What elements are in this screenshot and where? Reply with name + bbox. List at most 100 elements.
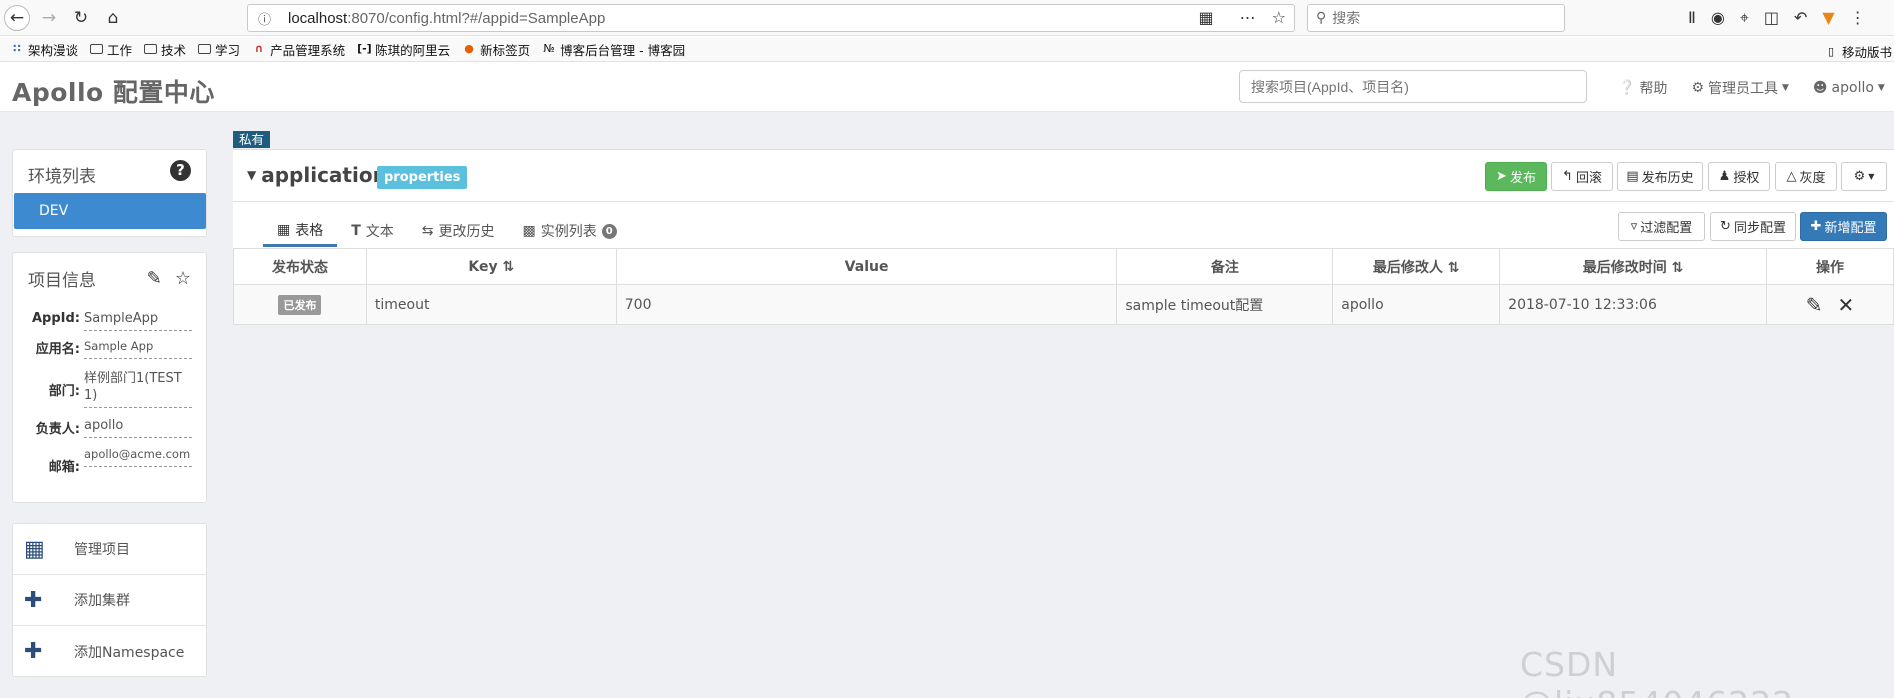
site-info-icon[interactable]: ⓘ — [258, 9, 280, 28]
caret-down-icon: ▼ — [1877, 83, 1885, 93]
extension-shield-icon[interactable]: ▼ — [1822, 8, 1834, 28]
column-label: Key — [468, 258, 498, 275]
mobile-bookmarks[interactable]: ▯ 移动版书 — [1824, 42, 1892, 61]
add-cluster-link[interactable]: ✚ 添加集群 — [13, 575, 206, 626]
bookmark-folder[interactable]: 学习 — [198, 40, 240, 59]
brand-logo[interactable]: Apollo 配置中心 — [12, 73, 215, 109]
column-header-modifier[interactable]: 最后修改人 ⇅ — [1332, 248, 1501, 285]
info-label: AppId: — [31, 311, 80, 326]
bookmark-item[interactable]: ∩ 产品管理系统 — [252, 40, 345, 59]
namespace-header: ▼ application properties ➤ 发布 ↰ 回滚 ▤ 发布历史 ♟… — [233, 150, 1894, 202]
crop-icon[interactable]: ⌖ — [1740, 8, 1749, 28]
gear-icon: ⚙ — [1691, 80, 1704, 96]
back-arrow-icon[interactable]: ← — [4, 5, 30, 31]
reload-icon[interactable]: ↻ — [68, 5, 94, 31]
close-icon[interactable]: ✕ — [1838, 293, 1855, 317]
comment-cell: sample timeout配置 — [1116, 284, 1334, 325]
url-bar[interactable]: ⓘ localhost:8070/config.html?#/appid=Sam… — [247, 4, 1295, 32]
library-icon[interactable]: Ⅱ — [1688, 8, 1696, 28]
time-cell: 2018-07-10 12:33:06 — [1499, 284, 1768, 325]
project-info-title: 项目信息 — [28, 271, 96, 291]
column-header-key[interactable]: Key ⇅ — [365, 248, 617, 285]
cnblogs-icon: № — [543, 42, 555, 55]
tab-label: 表格 — [295, 222, 324, 239]
star-icon[interactable]: ☆ — [175, 268, 191, 289]
gear-icon: ⚙ — [1853, 169, 1866, 184]
bookmark-item[interactable]: ∷ 架构漫谈 — [10, 40, 78, 59]
filter-config-button[interactable]: ▿ 过滤配置 — [1618, 212, 1705, 241]
send-icon: ➤ — [1496, 169, 1507, 184]
page-actions-icon[interactable]: ⋯ — [1240, 8, 1256, 27]
info-value: 样例部门1(TEST1) — [84, 370, 192, 408]
tab-table[interactable]: ▦ 表格 — [263, 222, 338, 247]
question-icon[interactable]: ? — [170, 160, 191, 181]
add-namespace-link[interactable]: ✚ 添加Namespace — [13, 626, 206, 677]
menu-icon[interactable]: ⋮ — [1850, 8, 1866, 28]
modifier-cell: apollo — [1332, 284, 1501, 325]
help-link[interactable]: ❔ 帮助 — [1618, 78, 1667, 98]
button-label: 授权 — [1733, 171, 1760, 186]
info-label: 部门: — [48, 384, 80, 399]
help-label: 帮助 — [1639, 81, 1668, 97]
bookmark-star-icon[interactable]: ☆ — [1272, 8, 1286, 27]
sort-icon[interactable]: ⇅ — [1448, 260, 1460, 276]
bookmark-folder[interactable]: 技术 — [144, 40, 186, 59]
url-text: localhost:8070/config.html?#/appid=Sampl… — [288, 10, 605, 27]
rollback-button[interactable]: ↰ 回滚 — [1551, 162, 1613, 191]
caret-down-icon: ▼ — [1868, 172, 1875, 181]
tab-label: 实例列表 — [540, 224, 597, 240]
user-dropdown[interactable]: ☻ apollo ▼ — [1813, 78, 1885, 98]
plus-icon: ✚ — [24, 639, 43, 664]
env-item-dev[interactable]: DEV — [14, 193, 206, 229]
namespace-title[interactable]: ▼ application — [247, 163, 387, 187]
admin-tools-dropdown[interactable]: ⚙ 管理员工具 ▼ — [1691, 78, 1788, 98]
bookmark-item[interactable]: № 博客后台管理 - 博客园 — [542, 40, 685, 59]
ops-cell: ✎ ✕ — [1766, 284, 1894, 325]
undo-icon[interactable]: ↶ — [1794, 8, 1807, 28]
gray-release-button[interactable]: △ 灰度 — [1775, 162, 1837, 191]
release-history-button[interactable]: ▤ 发布历史 — [1617, 162, 1703, 191]
qr-code-icon[interactable]: ▦ — [1199, 8, 1214, 27]
env-list-panel: 环境列表 ? DEV — [12, 149, 207, 237]
browser-search-bar[interactable]: ⚲ — [1307, 4, 1565, 32]
browser-search-input[interactable] — [1332, 10, 1533, 26]
column-header-time[interactable]: 最后修改时间 ⇅ — [1499, 248, 1768, 285]
edit-icon[interactable]: ✎ — [147, 268, 162, 289]
add-config-button[interactable]: ✚ 新增配置 — [1800, 212, 1887, 241]
watermark: CSDN @liu854046222 — [1520, 645, 1793, 698]
publish-button[interactable]: ➤ 发布 — [1485, 162, 1547, 191]
filter-icon: ▿ — [1630, 219, 1638, 234]
browser-toolbar: ← → ↻ ⌂ ⓘ localhost:8070/config.html?#/a… — [0, 0, 1894, 36]
folder-icon — [144, 44, 158, 54]
grant-button[interactable]: ♟ 授权 — [1708, 162, 1770, 191]
tab-instances[interactable]: ▩ 实例列表 0 — [509, 222, 631, 247]
action-label: 添加Namespace — [74, 644, 185, 661]
history-icon: ⇆ — [421, 223, 434, 239]
table-row: 已发布 timeout 700 sample timeout配置 apollo … — [233, 284, 1894, 325]
sort-icon[interactable]: ⇅ — [503, 259, 515, 275]
bookmark-folder[interactable]: 工作 — [90, 40, 132, 59]
bookmark-item[interactable]: [-] 陈琪的阿里云 — [357, 40, 450, 59]
bookmark-item[interactable]: ● 新标签页 — [462, 40, 530, 59]
project-search-input[interactable] — [1239, 70, 1587, 103]
bookmark-label: 架构漫谈 — [28, 42, 79, 58]
sort-icon[interactable]: ⇅ — [1672, 260, 1684, 276]
sidebar-icon[interactable]: ◫ — [1764, 8, 1779, 28]
settings-dropdown-button[interactable]: ⚙ ▼ — [1841, 162, 1887, 191]
chat-icon[interactable]: ◉ — [1711, 8, 1725, 28]
caret-down-icon: ▼ — [1782, 83, 1789, 93]
edit-icon[interactable]: ✎ — [1806, 293, 1823, 317]
admin-tools-label: 管理员工具 — [1708, 81, 1778, 97]
plus-icon: ✚ — [1810, 219, 1822, 234]
home-icon[interactable]: ⌂ — [100, 5, 126, 31]
tab-text[interactable]: T 文本 — [337, 222, 408, 247]
forward-arrow-icon[interactable]: → — [36, 5, 62, 31]
sync-config-button[interactable]: ↻ 同步配置 — [1710, 212, 1796, 241]
column-label: 最后修改人 — [1372, 259, 1443, 276]
manage-project-link[interactable]: ▦ 管理项目 — [13, 524, 206, 575]
bookmark-label: 工作 — [107, 42, 133, 58]
tab-change-history[interactable]: ⇆ 更改历史 — [408, 222, 509, 247]
mobile-icon: ▯ — [1827, 44, 1835, 58]
namespace-name: application — [261, 163, 387, 187]
aliyun-icon: [-] — [357, 42, 372, 55]
